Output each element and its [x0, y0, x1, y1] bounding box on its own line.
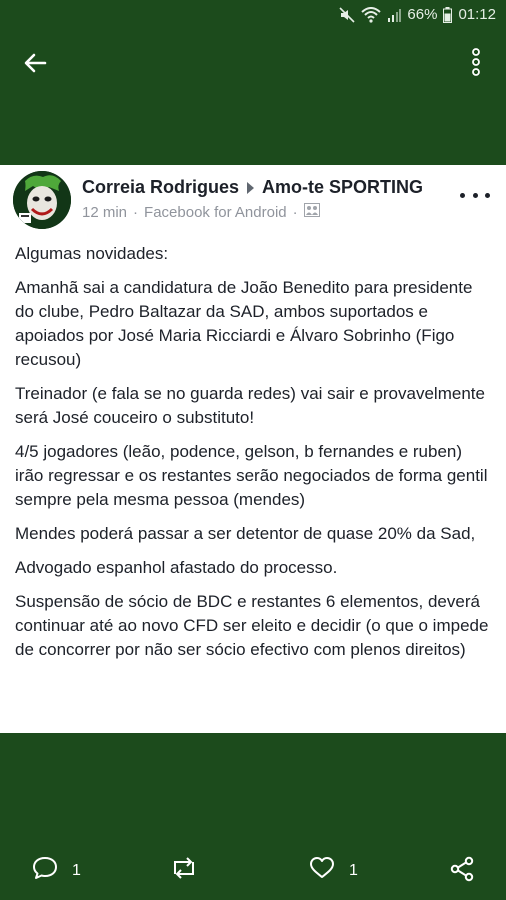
- like-button[interactable]: 1: [309, 856, 358, 885]
- post-card: Correia Rodrigues Amo-te SPORTING 12 min…: [0, 165, 506, 733]
- share-icon: [449, 856, 475, 887]
- dot: [485, 192, 490, 198]
- author-avatar[interactable]: [13, 171, 71, 229]
- comment-button[interactable]: 1: [32, 856, 81, 885]
- arrow-right-icon: [247, 181, 255, 194]
- share-button[interactable]: [449, 856, 475, 887]
- post-paragraph: Amanhã sai a candidatura de João Benedit…: [15, 278, 473, 369]
- post-paragraph: Suspensão de sócio de BDC e restantes 6 …: [15, 592, 489, 659]
- group-audience-icon: [303, 203, 320, 221]
- mute-icon: [339, 6, 355, 23]
- dot: [460, 192, 465, 198]
- like-count: 1: [349, 861, 358, 879]
- signal-icon: [387, 8, 402, 22]
- post-text: Algumas novidades: Amanhã sai a candidat…: [15, 242, 495, 672]
- heart-icon: [309, 856, 335, 885]
- author-name[interactable]: Correia Rodrigues: [82, 177, 239, 198]
- post-time[interactable]: 12 min: [82, 204, 127, 221]
- post-meta: 12 min · Facebook for Android ·: [82, 203, 320, 221]
- post-paragraph: Mendes poderá passar a ser detentor de q…: [15, 524, 476, 543]
- status-bar: 66% 01:12: [0, 0, 506, 30]
- post-paragraph: Algumas novidades:: [15, 244, 169, 263]
- battery-percent: 66%: [407, 6, 438, 23]
- back-button[interactable]: [18, 48, 52, 82]
- post-header: Correia Rodrigues Amo-te SPORTING: [82, 177, 423, 198]
- clock-time: 01:12: [458, 6, 496, 23]
- post-paragraph: 4/5 jogadores (leão, podence, gelson, b …: [15, 442, 488, 509]
- repost-icon: [170, 856, 198, 885]
- back-arrow-icon: [23, 52, 47, 79]
- wifi-icon: [361, 6, 382, 23]
- post-paragraph: Advogado espanhol afastado do processo.: [15, 558, 338, 577]
- share-repost-button[interactable]: [170, 856, 198, 885]
- comment-count: 1: [72, 861, 81, 879]
- more-vertical-icon: [471, 47, 481, 82]
- post-options-button[interactable]: [460, 189, 490, 201]
- meta-separator: ·: [133, 203, 139, 221]
- action-bar: 1 1: [0, 850, 506, 894]
- dot: [472, 192, 478, 198]
- post-paragraph: Treinador (e fala se no guarda redes) va…: [15, 384, 485, 427]
- post-source: Facebook for Android: [144, 203, 287, 221]
- overflow-menu-button[interactable]: [464, 46, 488, 82]
- comment-icon: [32, 856, 58, 885]
- meta-separator: ·: [292, 203, 298, 221]
- battery-icon: [443, 6, 453, 23]
- group-name[interactable]: Amo-te SPORTING: [262, 177, 423, 198]
